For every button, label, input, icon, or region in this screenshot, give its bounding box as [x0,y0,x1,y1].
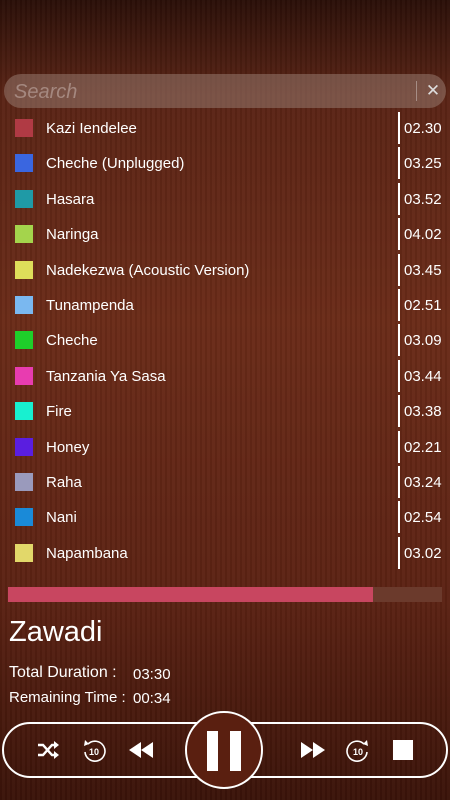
track-row[interactable]: Cheche 03.09 [0,323,450,358]
track-duration: 02.30 [404,120,442,137]
playback-progress-bar[interactable] [8,587,442,602]
track-duration: 03.45 [404,261,442,279]
track-title: Cheche [46,332,98,350]
now-playing-title: Zawadi [9,616,103,648]
track-duration: 02.51 [404,297,442,314]
track-duration: 03.38 [404,403,442,421]
track-row[interactable]: Kazi Iendelee 02.30 [0,112,450,146]
track-duration: 03.24 [404,474,442,491]
track-divider [398,501,400,534]
track-row[interactable]: Nadekezwa (Acoustic Version) 03.45 [0,253,450,288]
track-title: Nadekezwa (Acoustic Version) [46,261,250,279]
track-title: Raha [46,474,82,491]
track-title: Tunampenda [46,297,134,314]
track-duration: 04.02 [404,226,442,244]
track-row[interactable]: Nani 02.54 [0,500,450,535]
track-duration: 03.09 [404,332,442,350]
track-row[interactable]: Naringa 04.02 [0,217,450,252]
track-divider [398,359,400,392]
remaining-time-value: 00:34 [133,690,171,707]
track-title: Honey [46,438,90,456]
track-duration: 03.52 [404,190,442,208]
track-title: Naringa [46,226,99,244]
track-color-swatch [15,508,33,527]
track-color-swatch [15,473,33,491]
track-color-swatch [15,437,33,456]
track-row[interactable]: Tunampenda 02.51 [0,288,450,323]
track-title: Cheche (Unplugged) [46,155,185,173]
shuffle-icon[interactable] [34,736,62,764]
rewind-icon[interactable] [126,736,156,764]
track-title: Hasara [46,190,95,208]
track-color-swatch [15,154,33,173]
track-divider [398,218,400,251]
track-color-swatch [15,543,33,562]
track-divider [398,466,400,498]
track-title: Kazi Iendelee [46,120,137,137]
track-row[interactable]: Cheche (Unplugged) 03.25 [0,146,450,181]
track-duration: 02.21 [404,438,442,456]
track-title: Napambana [46,544,128,562]
forward-seconds: 10 [353,747,363,757]
track-list: Kazi Iendelee 02.30 Cheche (Unplugged) 03.2… [0,112,450,572]
forward-10-icon[interactable]: 10 [344,736,372,764]
replay-10-icon[interactable]: 10 [80,736,108,764]
track-row[interactable]: Napambana 03.02 [0,536,450,571]
pause-icon [207,731,218,771]
track-row[interactable]: Honey 02.21 [0,430,450,465]
track-color-swatch [15,331,33,350]
track-color-swatch [15,260,33,279]
pause-button[interactable] [185,711,263,789]
track-title: Nani [46,509,77,527]
track-color-swatch [15,366,33,385]
stop-icon[interactable] [390,736,418,764]
progress-fill [8,587,373,602]
search-divider [416,81,417,101]
total-duration-value: 03:30 [133,666,171,683]
track-row[interactable]: Tanzania Ya Sasa 03.44 [0,359,450,394]
track-duration: 03.25 [404,155,442,173]
pause-icon-bar [230,731,241,771]
search-input[interactable] [12,74,411,110]
track-row[interactable]: Raha 03.24 [0,465,450,500]
track-color-swatch [15,402,33,421]
track-divider [398,253,400,286]
fast-forward-icon[interactable] [298,736,328,764]
track-duration: 03.02 [404,544,442,562]
track-row[interactable]: Fire 03.38 [0,394,450,429]
track-title: Tanzania Ya Sasa [46,367,166,385]
track-divider [398,147,400,180]
track-divider [398,112,400,144]
track-row[interactable]: Hasara 03.52 [0,182,450,217]
track-divider [398,324,400,357]
search-bar: ✕ [4,74,446,110]
track-duration: 02.54 [404,509,442,527]
track-color-swatch [15,296,33,314]
track-divider [398,430,400,463]
remaining-time-label: Remaining Time : [9,689,126,706]
track-title: Fire [46,403,72,421]
track-divider [398,395,400,428]
close-icon[interactable]: ✕ [424,80,442,102]
track-color-swatch [15,225,33,244]
track-color-swatch [15,189,33,208]
track-divider [398,536,400,569]
track-duration: 03.44 [404,367,442,385]
track-divider [398,289,400,321]
replay-seconds: 10 [89,747,99,757]
track-color-swatch [15,119,33,137]
track-divider [398,182,400,215]
total-duration-label: Total Duration : [9,664,117,681]
